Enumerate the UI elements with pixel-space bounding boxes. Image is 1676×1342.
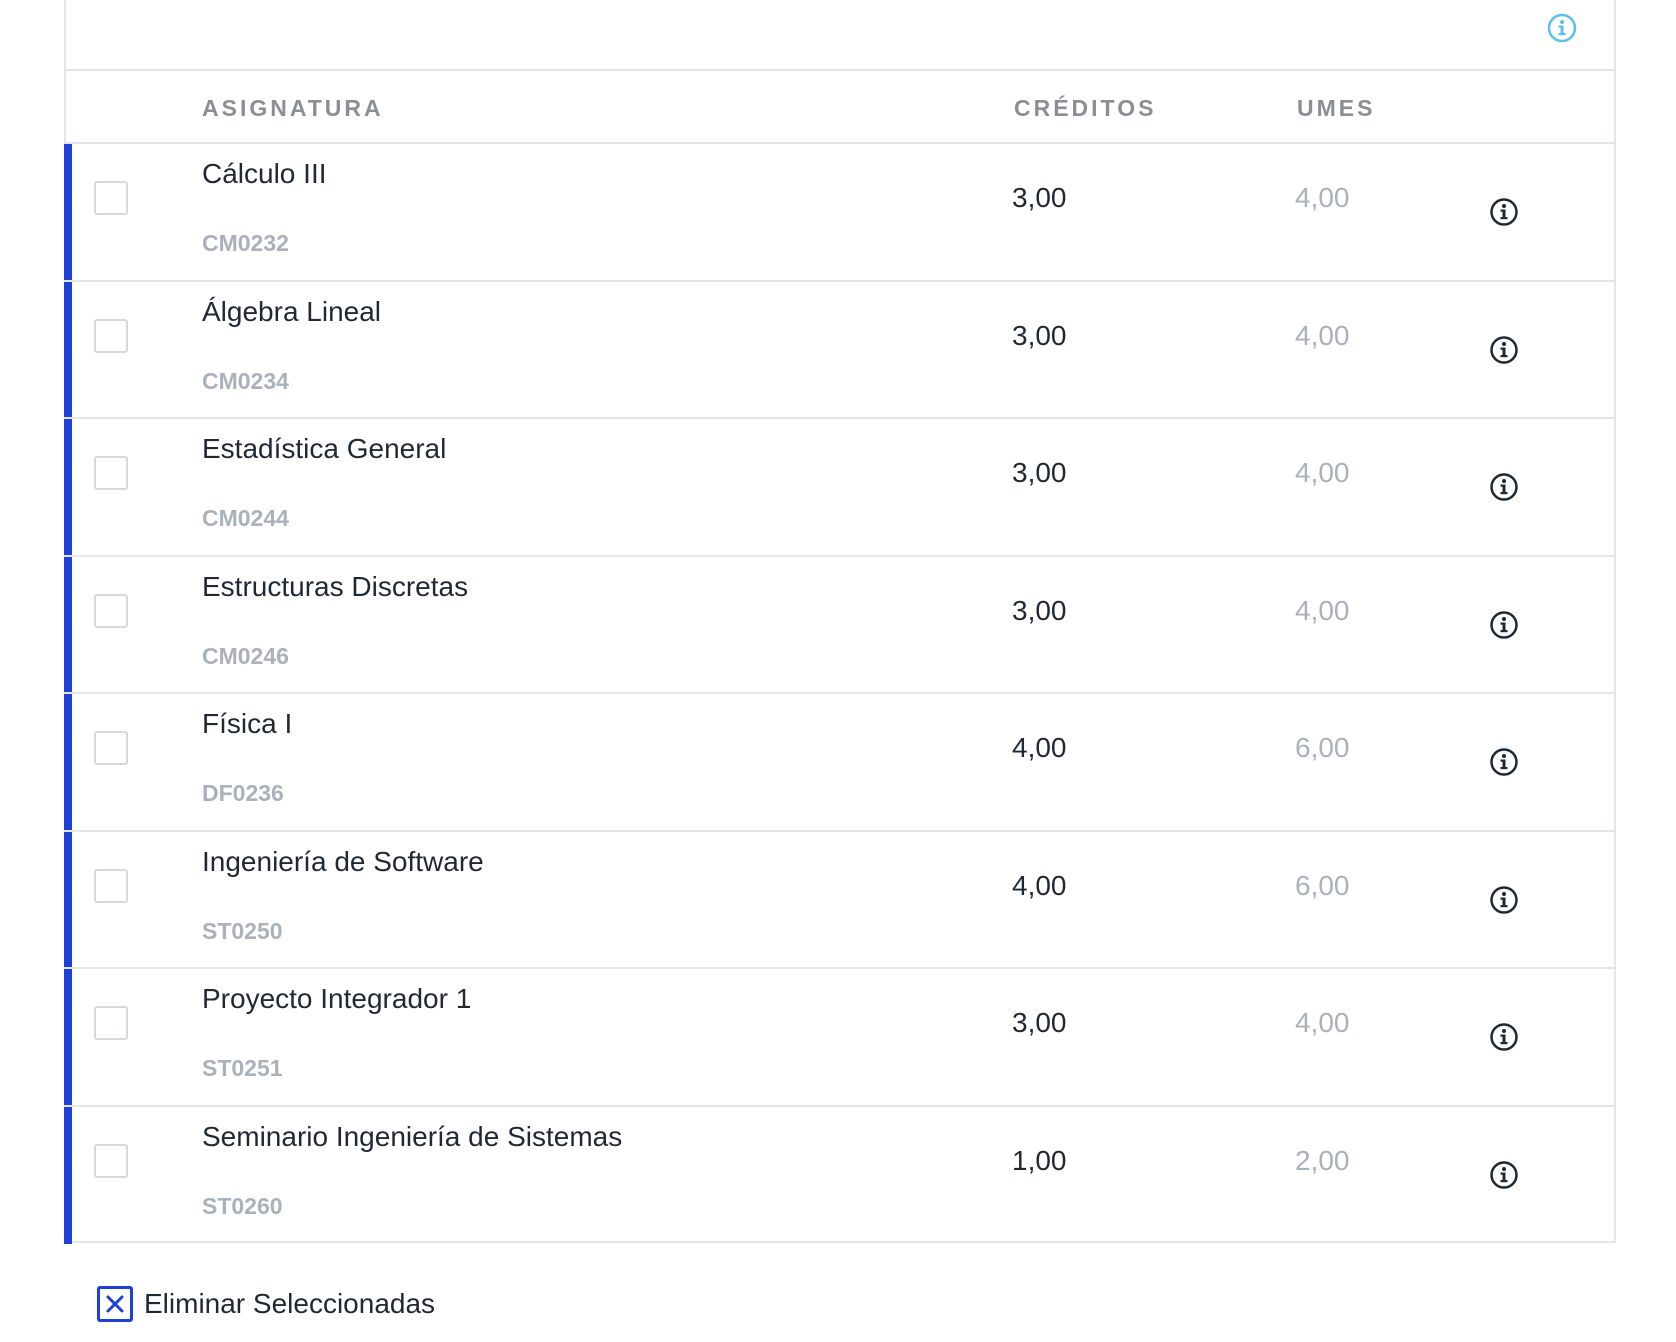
- table-row: Seminario Ingeniería de Sistemas ST0260 1,…: [64, 1106, 1616, 1244]
- table-row: Estadística General CM0244 3,00 4,00: [64, 419, 1616, 557]
- course-code: CM0232: [202, 230, 289, 256]
- course-code: ST0260: [202, 1192, 283, 1219]
- course-name: Estadística General: [202, 433, 447, 464]
- row-checkbox[interactable]: [94, 868, 128, 903]
- row-checkbox[interactable]: [94, 731, 128, 765]
- course-umes: 4,00: [1295, 182, 1350, 213]
- table-row: Estructuras Discretas CM0246 3,00 4,00: [64, 556, 1616, 694]
- course-name: Proyecto Integrador 1: [202, 983, 472, 1014]
- course-credits: 3,00: [1012, 319, 1067, 351]
- row-accent-bar: [64, 281, 72, 417]
- course-credits: 4,00: [1012, 732, 1067, 763]
- course-name: Cálculo III: [202, 158, 327, 189]
- table-header: ASIGNATURA CRÉDITOS UMES: [66, 71, 1614, 144]
- row-checkbox[interactable]: [94, 181, 128, 215]
- course-code: DF0236: [202, 780, 284, 806]
- row-accent-bar: [64, 694, 72, 830]
- row-accent-bar: [64, 1106, 72, 1244]
- info-icon[interactable]: [1488, 884, 1520, 916]
- table-row: Ingeniería de Software ST0250 4,00 6,00: [64, 831, 1616, 969]
- close-box-icon: [97, 1286, 133, 1322]
- column-header-umes: UMES: [1297, 95, 1376, 121]
- info-icon[interactable]: [1488, 609, 1520, 641]
- delete-selected-label: Eliminar Seleccionadas: [144, 1288, 436, 1319]
- course-credits: 3,00: [1012, 1007, 1067, 1038]
- row-accent-bar: [64, 556, 72, 692]
- delete-selected-button[interactable]: Eliminar Seleccionadas: [97, 1286, 435, 1322]
- row-checkbox[interactable]: [94, 318, 128, 353]
- course-umes: 4,00: [1295, 319, 1350, 351]
- column-header-course: ASIGNATURA: [202, 95, 384, 121]
- course-code: CM0234: [202, 367, 289, 394]
- course-code: ST0250: [202, 917, 283, 944]
- course-credits: 3,00: [1012, 594, 1067, 626]
- course-name: Física I: [202, 708, 293, 739]
- course-umes: 4,00: [1295, 1007, 1350, 1038]
- info-icon[interactable]: [1488, 196, 1520, 228]
- info-icon[interactable]: [1488, 1021, 1520, 1053]
- table-row: Física I DF0236 4,00 6,00: [64, 694, 1616, 832]
- table-row: Proyecto Integrador 1 ST0251 3,00 4,00: [64, 969, 1616, 1107]
- course-name: Álgebra Lineal: [202, 295, 382, 327]
- course-umes: 6,00: [1295, 869, 1350, 901]
- info-icon[interactable]: [1488, 1159, 1520, 1191]
- row-checkbox[interactable]: [94, 593, 128, 628]
- card-top-bar: [66, 0, 1614, 71]
- course-credits: 4,00: [1012, 869, 1067, 901]
- course-umes: 4,00: [1295, 457, 1350, 488]
- course-credits: 1,00: [1012, 1144, 1067, 1176]
- course-code: CM0246: [202, 642, 289, 669]
- column-header-credits: CRÉDITOS: [1014, 95, 1157, 121]
- row-accent-bar: [64, 969, 72, 1105]
- row-checkbox[interactable]: [94, 1143, 128, 1178]
- course-credits: 3,00: [1012, 457, 1067, 488]
- course-umes: 6,00: [1295, 732, 1350, 763]
- course-name: Seminario Ingeniería de Sistemas: [202, 1120, 623, 1152]
- course-credits: 3,00: [1012, 182, 1067, 213]
- table-row: Cálculo III CM0232 3,00 4,00: [64, 144, 1616, 282]
- course-umes: 2,00: [1295, 1144, 1350, 1176]
- info-icon[interactable]: [1488, 746, 1520, 778]
- course-name: Estructuras Discretas: [202, 570, 469, 602]
- selected-courses-card: ASIGNATURA CRÉDITOS UMES Cálculo III CM02…: [64, 0, 1616, 1244]
- row-accent-bar: [64, 419, 72, 555]
- row-accent-bar: [64, 144, 72, 280]
- table-row: Álgebra Lineal CM0234 3,00 4,00: [64, 281, 1616, 419]
- course-umes: 4,00: [1295, 594, 1350, 626]
- row-checkbox[interactable]: [94, 1006, 128, 1040]
- info-icon[interactable]: [1546, 12, 1578, 44]
- info-icon[interactable]: [1488, 334, 1520, 366]
- course-name: Ingeniería de Software: [202, 845, 484, 877]
- row-accent-bar: [64, 831, 72, 967]
- course-code: CM0244: [202, 505, 289, 531]
- course-table-body: Cálculo III CM0232 3,00 4,00 Álgebra Lineal C…: [64, 144, 1616, 1244]
- row-checkbox[interactable]: [94, 456, 128, 490]
- info-icon[interactable]: [1488, 471, 1520, 503]
- course-code: ST0251: [202, 1055, 283, 1081]
